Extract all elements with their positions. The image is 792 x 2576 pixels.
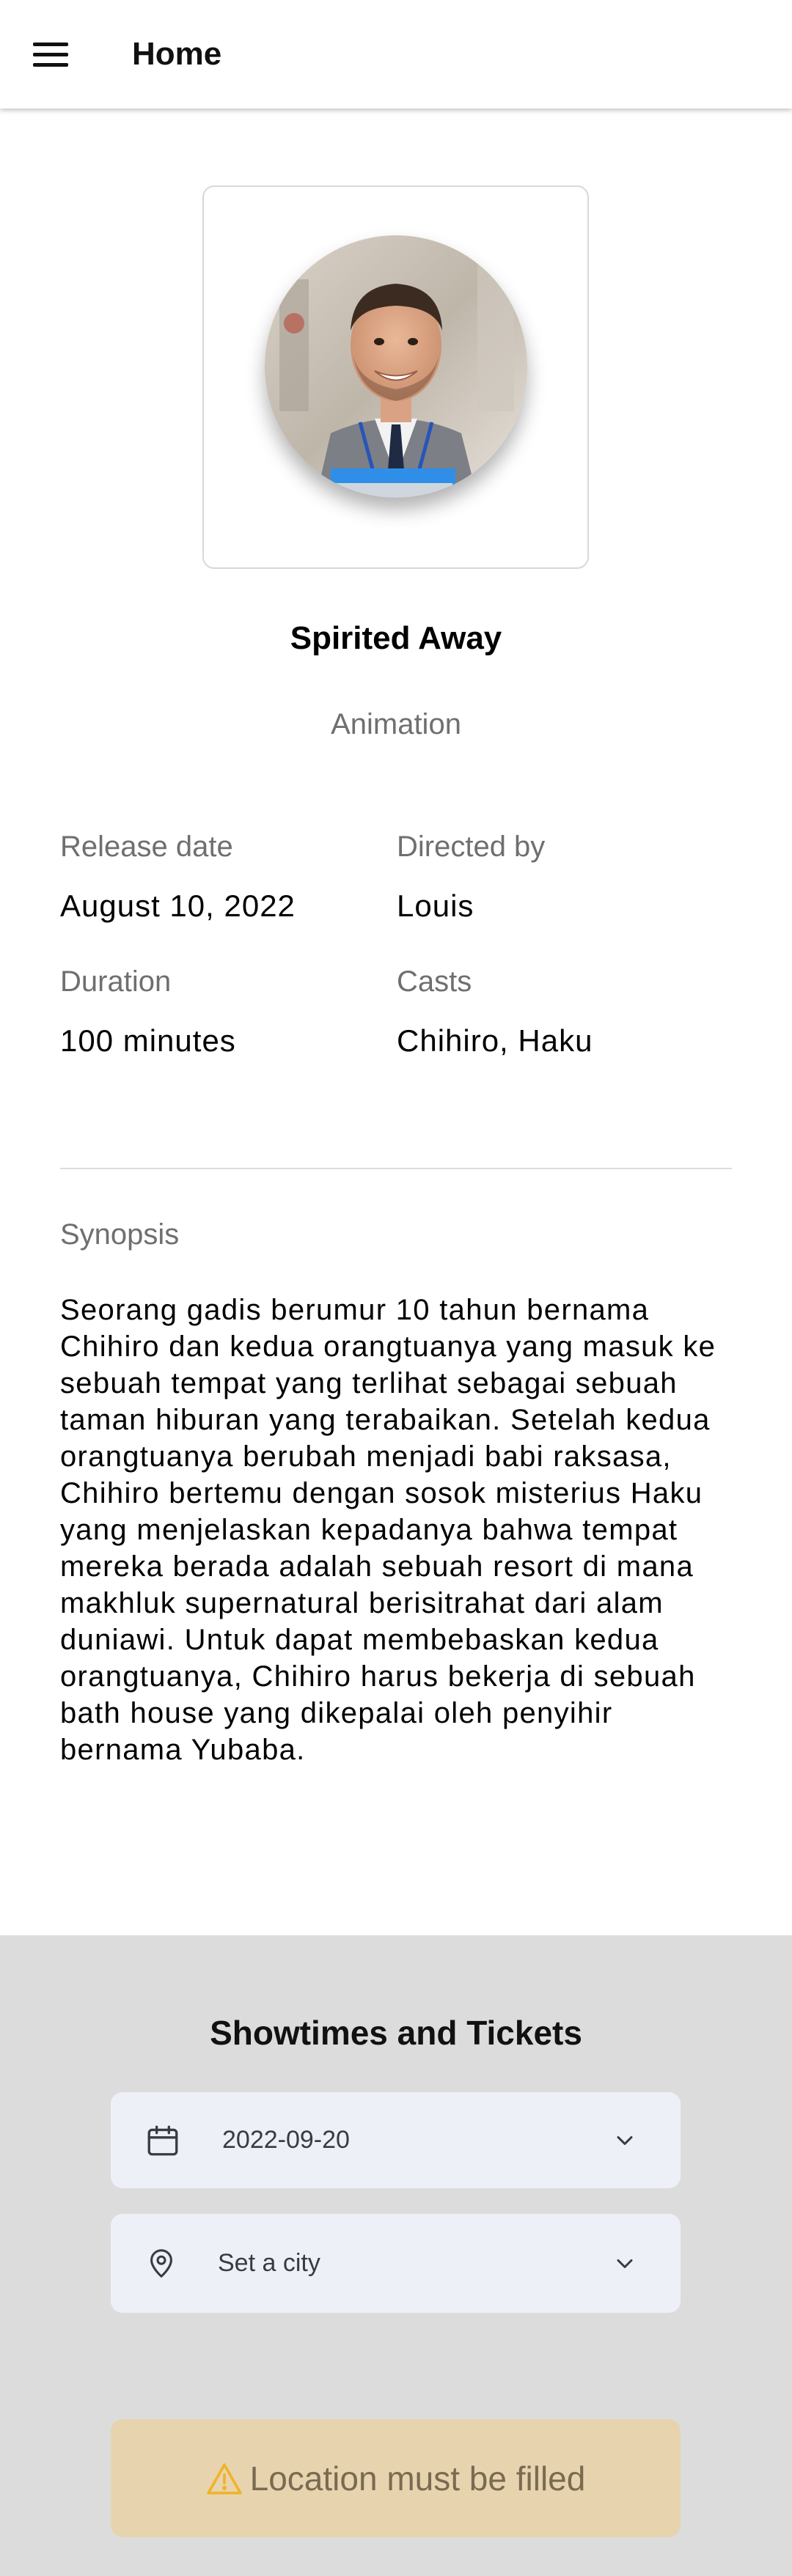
chevron-down-icon[interactable] <box>612 2127 638 2154</box>
chevron-down-icon[interactable] <box>612 2251 638 2277</box>
date-select[interactable]: 2022-09-20 <box>111 2092 681 2188</box>
date-select-value: 2022-09-20 <box>222 2126 350 2154</box>
duration-value: 100 minutes <box>60 1023 236 1058</box>
release-date-value: August 10, 2022 <box>60 888 296 923</box>
app-bar: Home <box>0 0 792 108</box>
location-pin-icon <box>144 2245 178 2282</box>
calendar-icon <box>144 2122 181 2159</box>
movie-poster-frame <box>202 185 589 569</box>
movie-poster-image <box>264 235 527 498</box>
casts-label: Casts <box>397 965 472 998</box>
duration-label: Duration <box>60 965 172 998</box>
movie-genre: Animation <box>331 708 461 740</box>
synopsis-label: Synopsis <box>60 1218 180 1251</box>
location-required-alert: Location must be filled <box>111 2419 681 2537</box>
synopsis-text: Seorang gadis berumur 10 tahun bernama C… <box>60 1294 716 1766</box>
hamburger-menu-icon[interactable] <box>0 0 101 108</box>
page-title: Home <box>132 36 222 72</box>
movie-title: Spirited Away <box>290 620 502 656</box>
alert-message: Location must be filled <box>249 2459 586 2498</box>
section-divider <box>60 1168 732 1169</box>
release-date-label: Release date <box>60 831 233 863</box>
warning-icon <box>206 2462 243 2495</box>
director-value: Louis <box>397 888 474 923</box>
casts-value: Chihiro, Haku <box>397 1023 593 1058</box>
showtimes-section: Showtimes and Tickets 2022-09-20 Set a c… <box>0 1935 792 2576</box>
city-select-placeholder: Set a city <box>218 2249 320 2277</box>
director-label: Directed by <box>397 831 546 863</box>
city-select[interactable]: Set a city <box>111 2214 681 2313</box>
showtimes-title: Showtimes and Tickets <box>210 2014 582 2052</box>
